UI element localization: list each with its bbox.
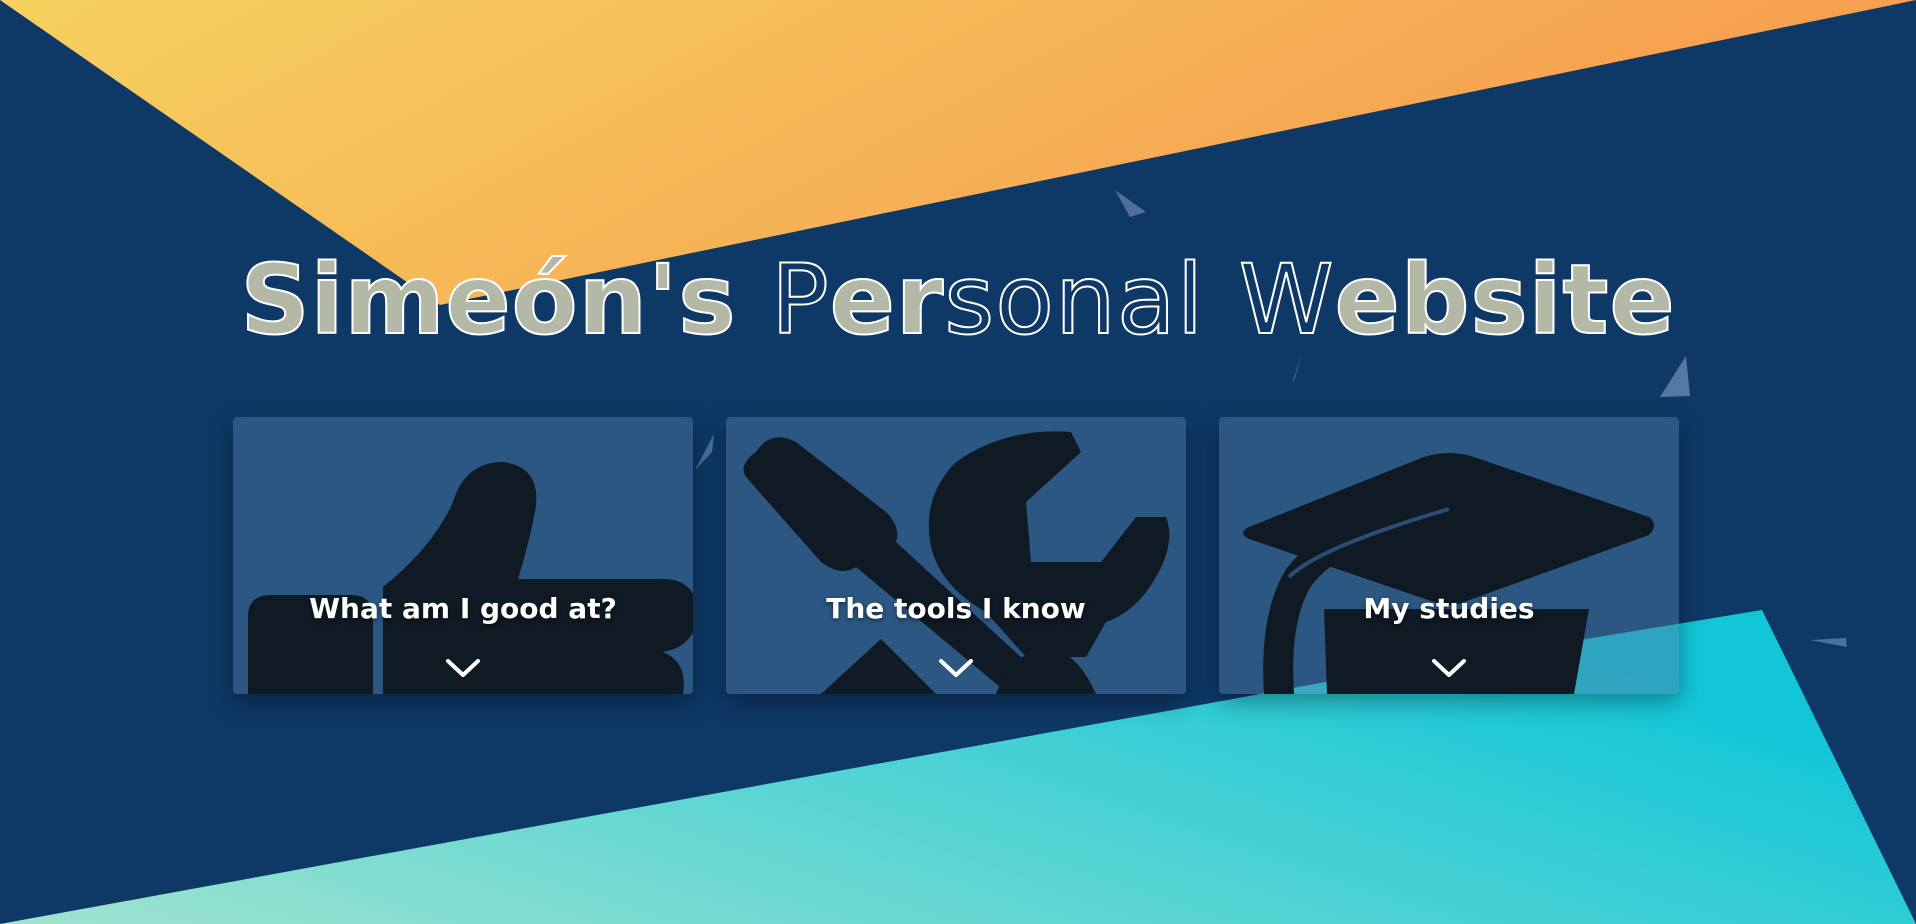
chevron-down-icon[interactable]	[938, 657, 974, 679]
thumbs-up-icon	[248, 462, 693, 694]
title-part-sonal: sonal	[943, 244, 1205, 356]
title-part-simeons: Simeón's	[239, 244, 737, 356]
card-title: What am I good at?	[309, 592, 617, 625]
card-title: My studies	[1363, 592, 1535, 625]
tools-icon	[743, 431, 1170, 694]
title-part-w: W	[1238, 244, 1335, 356]
chevron-down-icon[interactable]	[1431, 657, 1467, 679]
cards-row: What am I good at? The tools I know My s…	[233, 417, 1679, 694]
card-good-at[interactable]: What am I good at?	[233, 417, 693, 694]
title-part-er: er	[829, 244, 945, 356]
title-part-p: P	[770, 244, 830, 356]
title-part-ebsite: ebsite	[1334, 244, 1676, 356]
card-studies[interactable]: My studies	[1219, 417, 1679, 694]
card-title: The tools I know	[826, 592, 1086, 625]
page-title: Simeón's Personal Website	[0, 251, 1916, 349]
chevron-down-icon[interactable]	[445, 657, 481, 679]
graduation-cap-icon	[1243, 453, 1654, 694]
card-tools[interactable]: The tools I know	[726, 417, 1186, 694]
